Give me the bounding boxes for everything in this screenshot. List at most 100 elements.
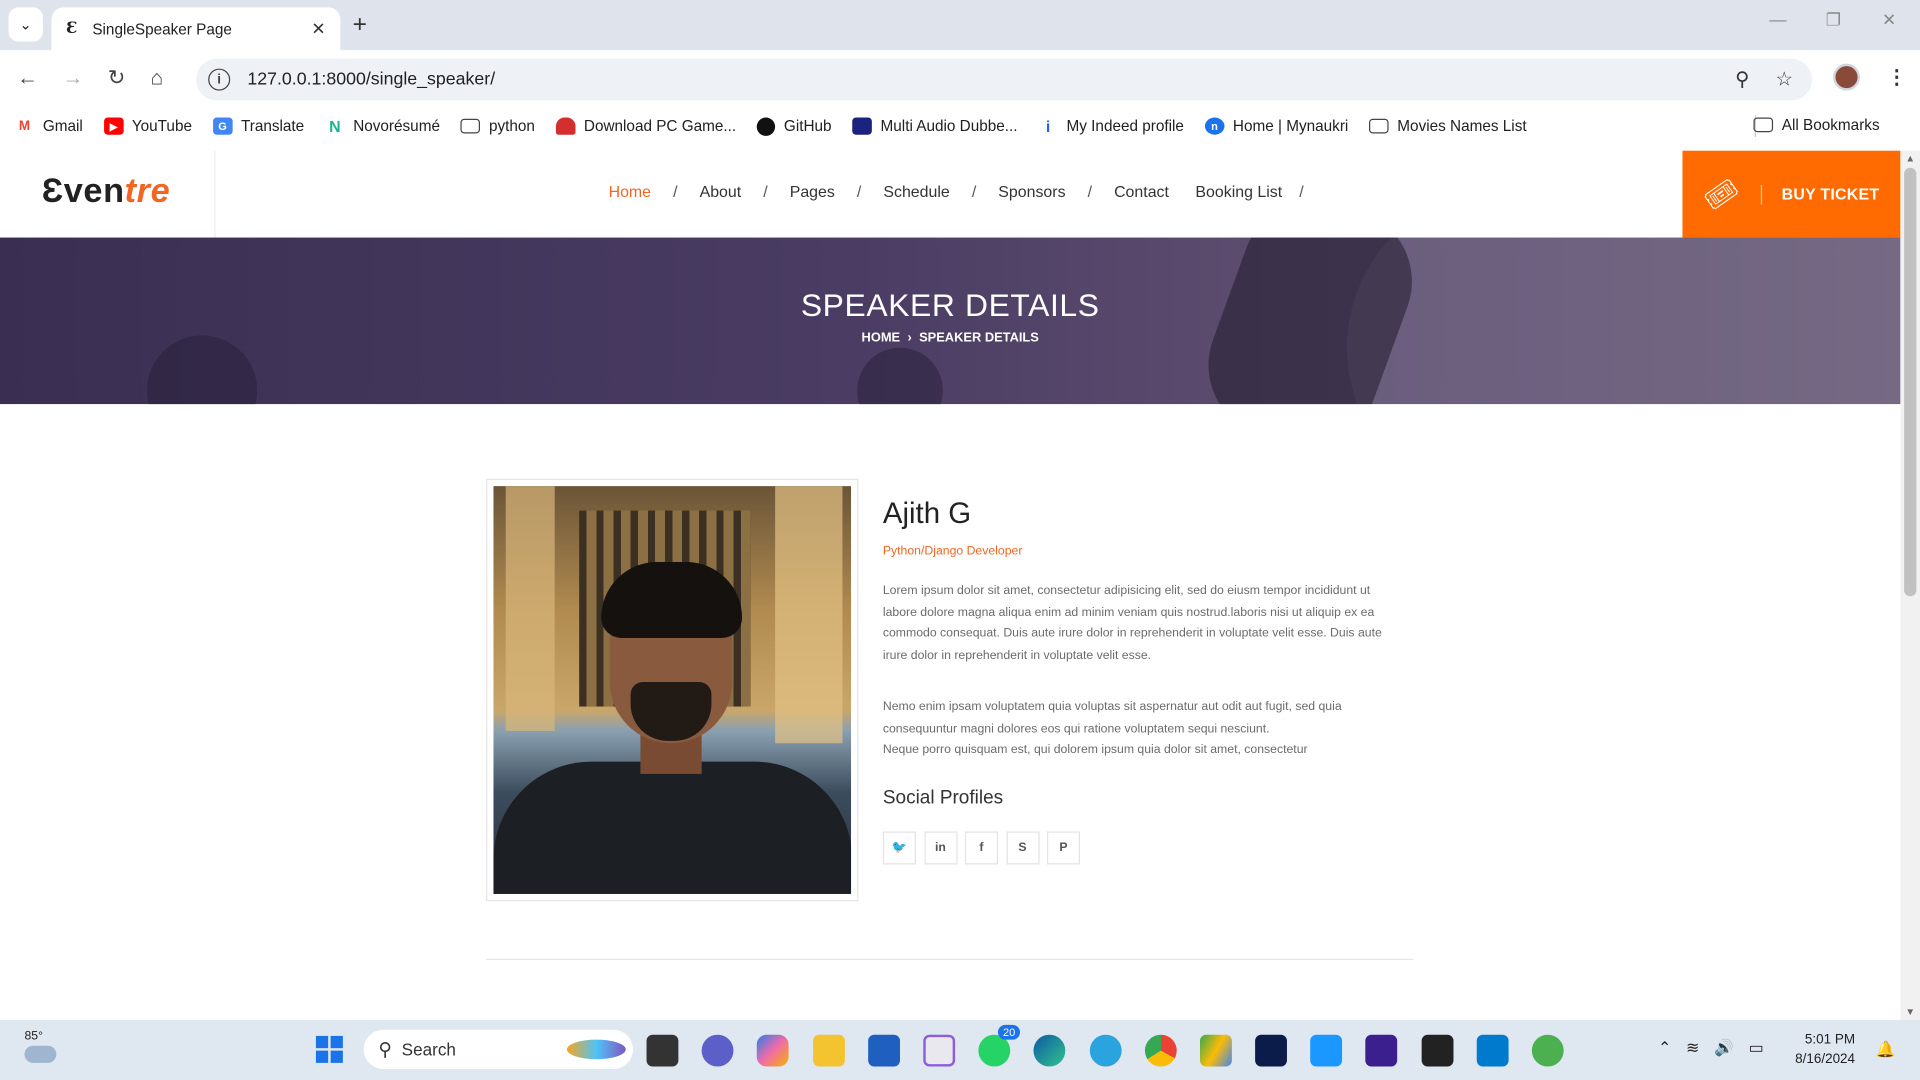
bookmark-download-pc-game[interactable]: Download PC Game... [555, 117, 737, 135]
profile-avatar[interactable] [1833, 63, 1861, 91]
store-icon[interactable] [867, 1034, 900, 1067]
menu-item-home[interactable]: Home [609, 182, 651, 200]
snipping-tool-icon[interactable] [923, 1034, 956, 1067]
menu-separator: / [971, 182, 977, 201]
whatsapp-icon[interactable]: 20 [978, 1024, 1021, 1067]
speaker-name: Ajith G [882, 497, 972, 531]
menu-item-sponsors[interactable]: Sponsors [998, 182, 1065, 200]
chevron-up-icon[interactable]: ⌃ [1658, 1038, 1671, 1058]
bookmark-label: Novorésumé [353, 117, 440, 135]
buy-ticket-button[interactable]: 🎟 BUY TICKET [1682, 150, 1901, 238]
page-viewport: Ɛventre Home / About / Pages / Schedule / Sp… [0, 150, 1901, 1021]
bookmark-novoresume[interactable]: N Novorésumé [325, 117, 440, 135]
volume-icon[interactable]: 🔊 [1714, 1038, 1734, 1058]
address-bar[interactable]: i 127.0.0.1:8000/single_speaker/ [195, 58, 1813, 101]
facebook-icon[interactable]: f [964, 831, 998, 865]
taskbar-search[interactable]: ⚲ Search [363, 1029, 634, 1069]
telegram-icon[interactable] [1089, 1034, 1122, 1067]
copilot-icon[interactable] [757, 1034, 790, 1067]
task-view-icon[interactable] [646, 1034, 679, 1067]
utorrent-icon[interactable] [1531, 1034, 1564, 1067]
minimize-icon[interactable]: — [1769, 10, 1786, 30]
twitter-icon[interactable]: 🐦 [882, 831, 916, 865]
section-divider [486, 958, 1414, 961]
ticket-icon: 🎟 [1698, 171, 1745, 216]
breadcrumb-chevron-icon: › [907, 330, 912, 346]
notification-bell-icon[interactable]: 🔔 [1876, 1040, 1896, 1060]
amazon-music-icon[interactable] [1365, 1034, 1398, 1067]
bookmark-youtube[interactable]: ▶ YouTube [103, 117, 192, 135]
github-icon [756, 116, 776, 136]
bookmark-translate[interactable]: G Translate [212, 117, 305, 135]
folder-icon [460, 118, 481, 134]
wifi-icon[interactable]: ≋ [1686, 1038, 1699, 1058]
meet-icon[interactable] [701, 1034, 734, 1067]
bookmark-label: Translate [240, 117, 305, 135]
edge-icon[interactable] [1033, 1034, 1066, 1067]
weather-widget[interactable]: 85° [24, 1029, 57, 1063]
browser-tab[interactable]: Ɛ SingleSpeaker Page ✕ [51, 7, 341, 51]
bookmark-mynaukri[interactable]: n Home | Mynaukri [1204, 117, 1348, 135]
bookmark-movies[interactable]: Movies Names List [1369, 118, 1527, 135]
menu-item-contact[interactable]: Contact [1114, 182, 1169, 200]
bookmark-star-icon[interactable]: ☆ [1776, 67, 1794, 91]
browser-tab-strip: ⌄ Ɛ SingleSpeaker Page ✕ + — ❐ ✕ [0, 0, 1920, 51]
pinterest-icon[interactable]: P [1046, 831, 1081, 865]
scroll-up-icon[interactable]: ▲ [1905, 153, 1915, 164]
disney-plus-icon[interactable] [1255, 1034, 1288, 1067]
breadcrumb-home[interactable]: HOME [862, 331, 901, 346]
windows-start-icon[interactable] [315, 1035, 343, 1063]
social-links: 🐦 in f S P [882, 831, 1088, 865]
bookmark-multi-audio[interactable]: Multi Audio Dubbe... [852, 117, 1018, 135]
forward-icon[interactable]: → [62, 66, 83, 90]
menu-separator: / [673, 182, 678, 201]
prime-video-icon[interactable] [1310, 1034, 1343, 1067]
chrome-icon[interactable] [1144, 1034, 1177, 1067]
page-scrollbar[interactable]: ▲ ▼ [1900, 150, 1920, 1021]
site-info-icon[interactable]: i [208, 68, 231, 91]
home-icon[interactable]: ⌂ [151, 66, 164, 90]
menu-item-about[interactable]: About [700, 182, 742, 200]
skype-icon[interactable]: S [1005, 831, 1039, 865]
zoom-icon[interactable]: ⚲ [1735, 67, 1749, 91]
all-bookmarks[interactable]: All Bookmarks [1753, 116, 1880, 133]
scroll-down-icon[interactable]: ▼ [1905, 1007, 1915, 1018]
google-drive-icon[interactable] [1199, 1034, 1232, 1067]
terminal-icon[interactable] [1421, 1034, 1454, 1067]
menu-item-pages[interactable]: Pages [790, 182, 835, 200]
clock-time: 5:01 PM [1804, 1032, 1856, 1047]
bookmark-python[interactable]: python [460, 118, 535, 135]
file-explorer-icon[interactable] [812, 1034, 845, 1067]
menu-item-schedule[interactable]: Schedule [883, 182, 949, 200]
taskbar-apps: 20 [646, 1024, 1588, 1067]
taskbar-clock[interactable]: 5:01 PM 8/16/2024 [1795, 1030, 1855, 1069]
menu-item-booking-list[interactable]: Booking List [1195, 182, 1282, 200]
bookmark-gmail[interactable]: M Gmail [15, 118, 83, 135]
scrollbar-thumb[interactable] [1904, 167, 1917, 597]
logo-divider [214, 150, 216, 238]
video-icon [852, 117, 872, 135]
restore-icon[interactable]: ❐ [1826, 10, 1841, 31]
close-tab-icon[interactable]: ✕ [311, 18, 325, 39]
weather-temp: 85° [24, 1029, 44, 1044]
linkedin-icon[interactable]: in [923, 831, 957, 865]
close-window-icon[interactable]: ✕ [1882, 10, 1896, 31]
buy-ticket-label: BUY TICKET [1781, 184, 1880, 204]
breadcrumb-current: SPEAKER DETAILS [919, 330, 1039, 346]
main-menu: Home / About / Pages / Schedule / Sponsors / … [609, 182, 1321, 200]
back-icon[interactable]: ← [17, 66, 38, 90]
game-icon [555, 117, 576, 135]
reload-icon[interactable]: ↻ [108, 66, 125, 90]
cloud-icon [24, 1045, 57, 1063]
bookmark-label: Download PC Game... [583, 117, 737, 135]
battery-icon[interactable]: ▭ [1749, 1038, 1764, 1058]
new-tab-icon[interactable]: + [353, 11, 367, 39]
site-logo[interactable]: Ɛventre [42, 171, 171, 210]
translate-icon: G [212, 117, 233, 135]
menu-kebab-icon[interactable]: ⋮ [1887, 65, 1907, 89]
tab-favicon: Ɛ [66, 19, 78, 38]
bookmark-github[interactable]: GitHub [756, 116, 832, 136]
tab-search-chevron-icon[interactable]: ⌄ [8, 7, 43, 42]
vscode-icon[interactable] [1476, 1034, 1509, 1067]
bookmark-indeed[interactable]: i My Indeed profile [1038, 117, 1184, 135]
